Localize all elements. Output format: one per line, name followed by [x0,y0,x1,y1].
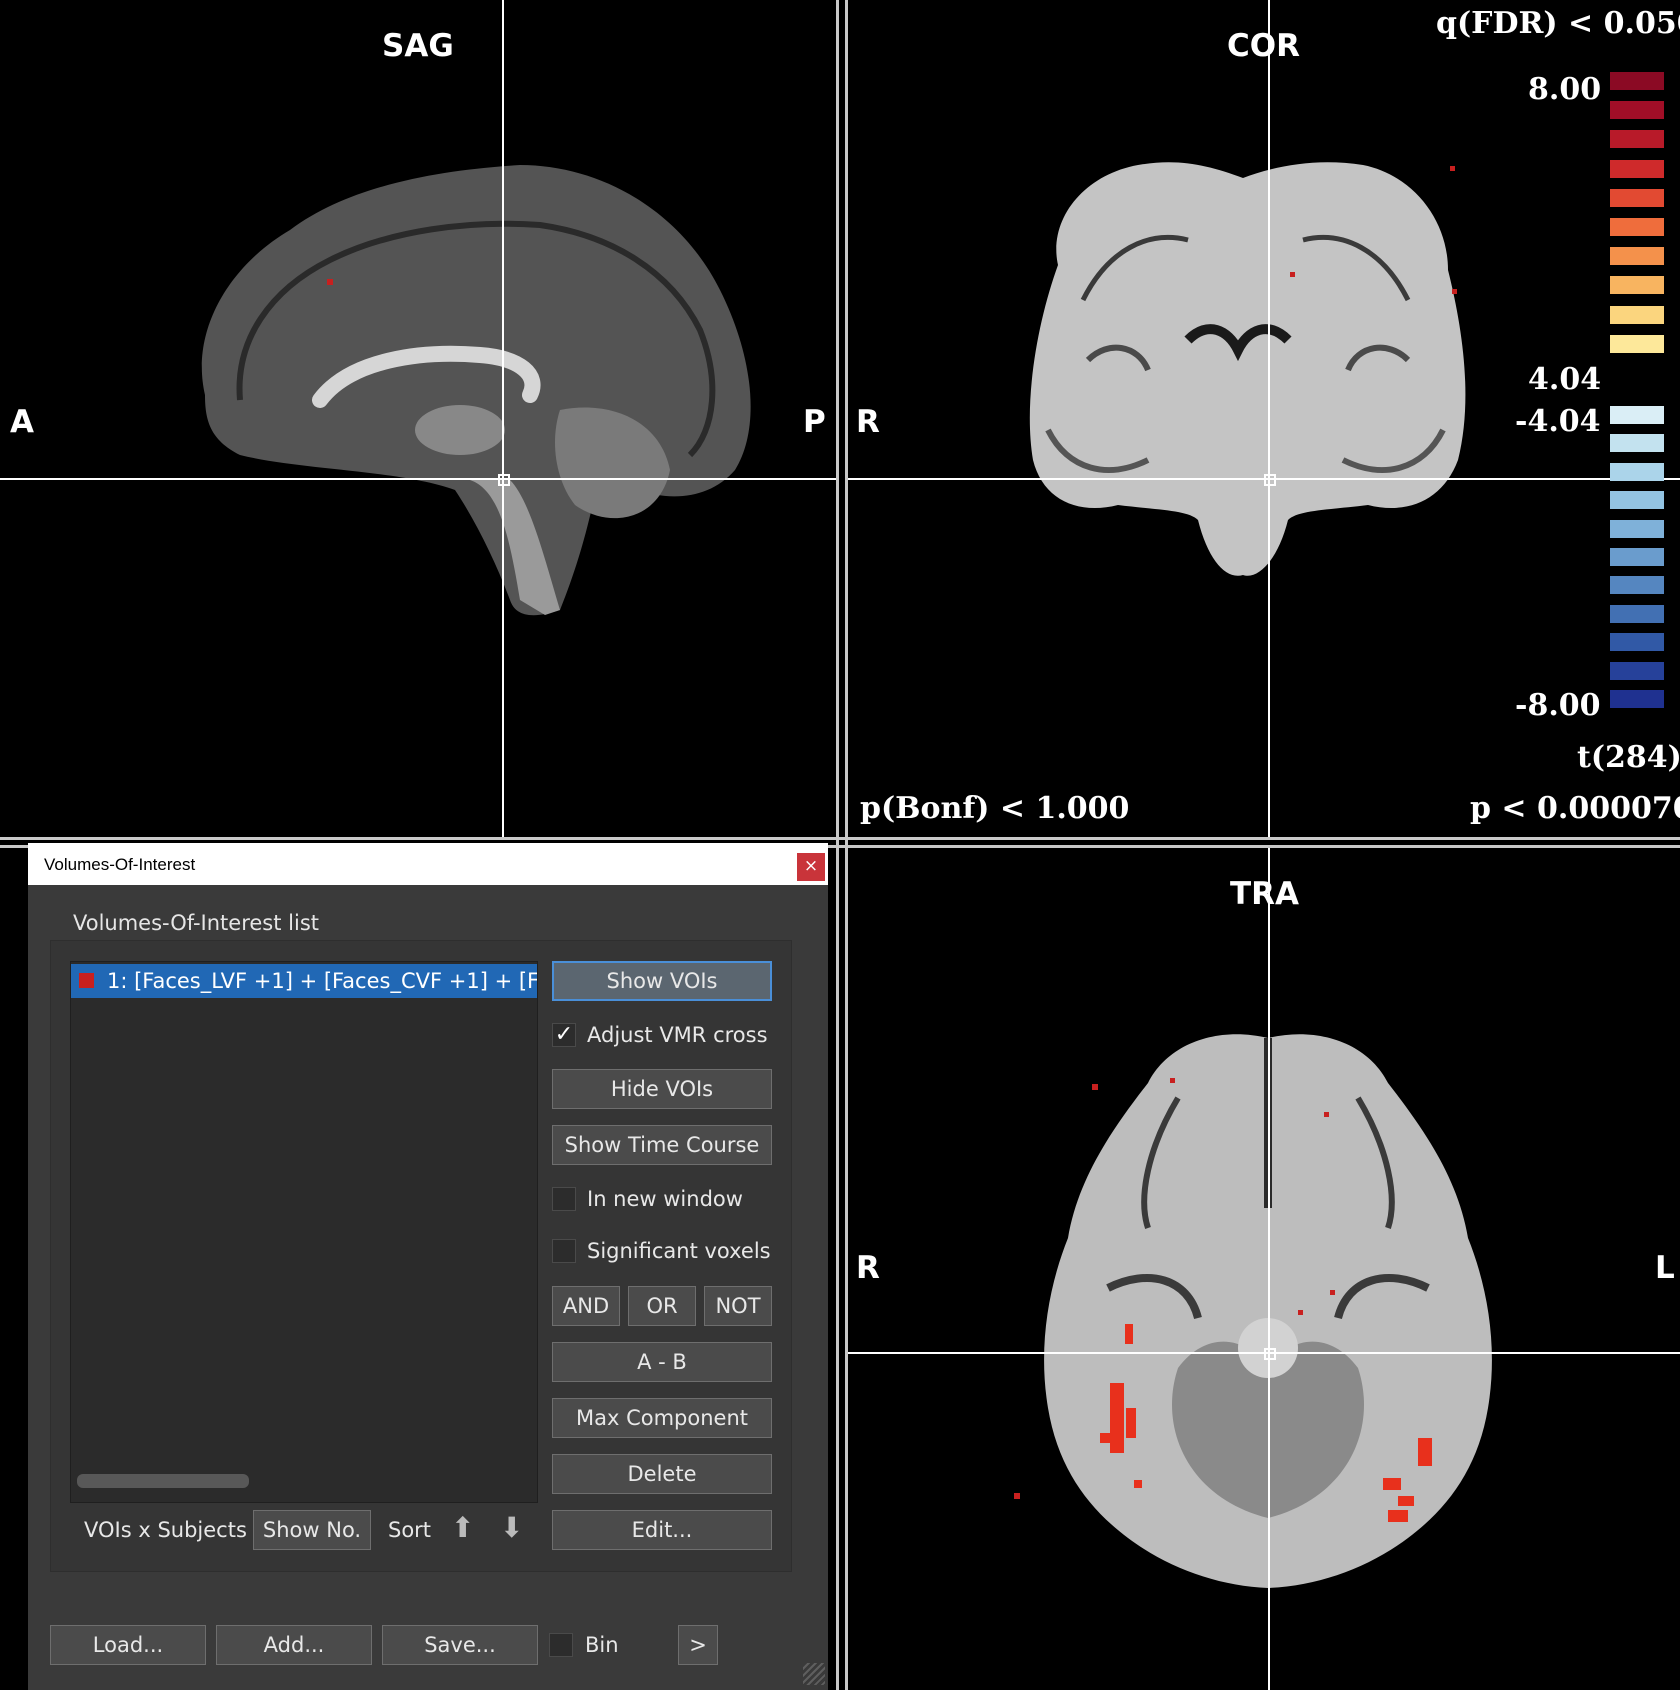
more-options-button[interactable]: > [678,1625,718,1665]
sagittal-anterior-label: A [10,404,34,440]
close-icon: × [803,856,819,876]
activation-cluster-right-ventral [1110,1383,1124,1453]
legend-swatch-negative [1610,462,1664,481]
transverse-crosshair-vertical [1268,848,1270,1690]
max-component-button[interactable]: Max Component [552,1398,772,1438]
activation-cluster-right-ventral-3 [1100,1433,1110,1443]
voi-dialog: Volumes-Of-Interest × Volumes-Of-Interes… [28,843,828,1690]
t-statistic-label: t(284) [1577,740,1680,775]
or-button[interactable]: OR [628,1286,696,1326]
show-time-course-button[interactable]: Show Time Course [552,1125,772,1165]
in-new-window-label: In new window [587,1187,743,1211]
sagittal-crosshair-horizontal [0,478,836,480]
a-minus-b-button[interactable]: A - B [552,1342,772,1382]
activation-cluster-right-fusiform [1125,1324,1133,1344]
voi-listbox[interactable]: 1: [Faces_LVF +1] + [Faces_CVF +1] + [Fa… [70,961,538,1503]
resize-grip-icon[interactable] [803,1663,825,1685]
legend-swatch-negative [1610,406,1664,424]
legend-swatch-negative [1610,576,1664,595]
legend-swatch-positive [1610,276,1664,295]
transverse-right-hemisphere-label: R [856,1250,880,1286]
in-new-window-checkbox[interactable] [552,1187,576,1211]
legend-label-pos-threshold: 4.04 [1528,362,1602,397]
legend-swatch-positive [1610,130,1664,149]
close-button[interactable]: × [797,853,825,881]
bonferroni-threshold-label: p(Bonf) < 1.000 [860,791,1130,826]
not-button[interactable]: NOT [704,1286,772,1326]
activation-cluster-left-ventral-3 [1398,1496,1414,1506]
activation-cluster-left-ventral-2 [1383,1478,1401,1490]
coronal-right-hemisphere-label: R [856,404,880,440]
sagittal-view-label: SAG [382,28,454,64]
coronal-view[interactable]: COR R q(FDR) < 0.050 p(Bonf) < 1.000 p <… [848,0,1680,837]
voi-color-swatch [79,973,94,988]
legend-swatch-negative [1610,690,1664,708]
transverse-left-hemisphere-label: L [1655,1250,1675,1286]
coronal-crosshair-vertical [1268,0,1270,837]
legend-swatch-negative [1610,548,1664,566]
legend-swatch-positive [1610,305,1664,324]
legend-label-min: -8.00 [1515,688,1601,723]
and-button[interactable]: AND [552,1286,620,1326]
legend-label-neg-threshold: -4.04 [1515,404,1601,439]
show-vois-button[interactable]: Show VOIs [552,961,772,1001]
add-button[interactable]: Add... [216,1625,372,1665]
legend-swatch-negative [1610,633,1664,652]
activation-cluster-right-ventral-4 [1134,1480,1142,1488]
delete-button[interactable]: Delete [552,1454,772,1494]
coronal-view-label: COR [1227,28,1300,64]
fdr-threshold-label: q(FDR) < 0.050 [1436,6,1680,41]
sagittal-brain-slice [201,165,751,616]
vois-x-subjects-label: VOIs x Subjects [84,1518,247,1542]
horizontal-scrollbar[interactable] [77,1474,249,1488]
sagittal-view[interactable]: SAG A P [0,0,836,837]
transverse-brain-slice [1014,1034,1492,1588]
arrow-down-icon[interactable]: ⬇ [500,1511,523,1544]
save-button[interactable]: Save... [382,1625,538,1665]
sagittal-crosshair-vertical [502,0,504,837]
list-item[interactable]: 1: [Faces_LVF +1] + [Faces_CVF +1] + [Fa… [71,964,537,998]
p-value-threshold-label: p < 0.000070 [1470,791,1680,826]
transverse-view-label: TRA [1230,876,1300,912]
legend-swatch-positive [1610,159,1664,178]
legend-swatch-negative [1610,519,1664,538]
bin-label: Bin [585,1633,619,1657]
coronal-crosshair-center [1264,474,1276,486]
arrow-up-icon[interactable]: ⬆ [451,1511,474,1544]
voi-list-group-label: Volumes-Of-Interest list [73,911,320,935]
adjust-vmr-cross-label: Adjust VMR cross [587,1023,768,1047]
significant-voxels-label: Significant voxels [587,1239,771,1263]
voi-item-label: 1: [Faces_LVF +1] + [Faces_CVF +1] + [Fa… [107,969,537,993]
transverse-crosshair-center [1264,1348,1276,1360]
significant-voxels-checkbox[interactable] [552,1239,576,1263]
legend-swatch-negative [1610,661,1664,680]
legend-swatch-positive [1610,218,1664,236]
transverse-view[interactable]: TRA R L [848,848,1680,1690]
adjust-vmr-cross-checkbox[interactable]: ✓ [552,1023,576,1047]
activation-cluster-left-ventral [1418,1438,1432,1466]
legend-swatch-positive [1610,247,1664,266]
voi-dialog-titlebar[interactable]: Volumes-Of-Interest × [28,843,828,885]
sagittal-crosshair-center [498,474,510,486]
load-button[interactable]: Load... [50,1625,206,1665]
legend-swatch-positive [1610,101,1664,120]
legend-swatch-negative [1610,434,1664,453]
legend-swatch-negative [1610,491,1664,510]
hide-vois-button[interactable]: Hide VOIs [552,1069,772,1109]
legend-swatch-positive [1610,72,1664,90]
edit-button[interactable]: Edit... [552,1510,772,1550]
legend-label-max: 8.00 [1528,72,1602,107]
activation-cluster-left-ventral-4 [1388,1510,1408,1522]
legend-swatch-negative [1610,604,1664,623]
sort-label: Sort [388,1518,432,1542]
legend-swatch-positive [1610,334,1664,353]
legend-swatch-positive [1610,188,1664,207]
show-no-button[interactable]: Show No. [253,1510,371,1550]
voi-dialog-title: Volumes-Of-Interest [44,855,196,874]
sagittal-posterior-label: P [803,404,826,440]
view-separator-horizontal-top [0,837,1680,840]
bin-checkbox[interactable] [549,1633,573,1657]
activation-cluster-right-ventral-2 [1126,1408,1136,1438]
